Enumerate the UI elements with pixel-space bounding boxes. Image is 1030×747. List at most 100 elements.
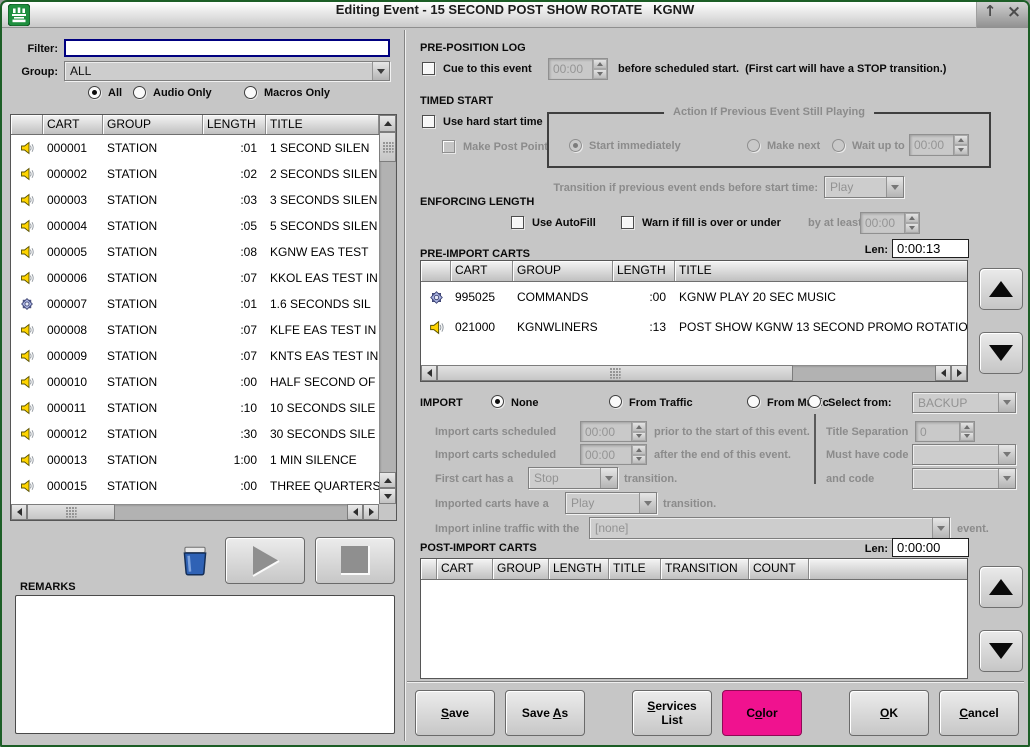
- titlebar[interactable]: Editing Event - 15 SECOND POST SHOW ROTA…: [2, 2, 1028, 28]
- use-hard-start-label: Use hard start time: [443, 116, 543, 129]
- make-next-label: Make next: [767, 140, 820, 153]
- shade-window-icon[interactable]: ↑: [979, 2, 1001, 28]
- pre-import-move-up-button[interactable]: [979, 268, 1023, 310]
- cart-row[interactable]: 000006 STATION :07 KKOL EAS TEST IN: [11, 265, 379, 291]
- post-import-move-down-button[interactable]: [979, 630, 1023, 672]
- cart-list-vscrollbar[interactable]: [379, 115, 396, 504]
- pre-import-move-down-button[interactable]: [979, 332, 1023, 374]
- transition-if-ends-select[interactable]: Play: [824, 176, 904, 198]
- cart-row[interactable]: 000011 STATION :10 10 SECONDS SILE: [11, 395, 379, 421]
- scroll-down-icon[interactable]: [379, 488, 396, 504]
- cart-list-header[interactable]: CART GROUP LENGTH TITLE: [11, 115, 379, 135]
- import-none-radio[interactable]: [491, 395, 504, 408]
- scroll-right-icon[interactable]: [951, 365, 967, 381]
- stop-button[interactable]: [315, 537, 395, 584]
- cart-row[interactable]: 000004 STATION :05 5 SECONDS SILEN: [11, 213, 379, 239]
- hscroll-thumb[interactable]: [437, 365, 793, 381]
- services-list-button[interactable]: Services List: [632, 690, 712, 736]
- warn-fill-label: Warn if fill is over or under: [642, 217, 781, 230]
- cart-row[interactable]: 000009 STATION :07 KNTS EAS TEST IN: [11, 343, 379, 369]
- scroll-left-icon[interactable]: [421, 365, 437, 381]
- import-from-traffic-radio[interactable]: [609, 395, 622, 408]
- action-if-playing-groupbox: Action If Previous Event Still Playing S…: [547, 112, 991, 168]
- make-post-point-checkbox[interactable]: [442, 140, 455, 153]
- enforcing-length-section-label: ENFORCING LENGTH: [420, 196, 534, 209]
- use-autofill-checkbox[interactable]: [511, 216, 524, 229]
- cart-row[interactable]: 000008 STATION :07 KLFE EAS TEST IN: [11, 317, 379, 343]
- wait-up-to-radio[interactable]: [832, 139, 845, 152]
- must-have-code-select[interactable]: [912, 444, 1016, 465]
- make-next-radio[interactable]: [747, 139, 760, 152]
- group-select[interactable]: ALL: [64, 61, 390, 81]
- trash-icon[interactable]: [178, 543, 212, 579]
- start-immediately-radio[interactable]: [569, 139, 582, 152]
- up-arrow-icon: [989, 579, 1013, 595]
- save-as-button[interactable]: Save As: [505, 690, 585, 736]
- title-separation-label: Title Separation: [826, 426, 908, 439]
- post-import-move-up-button[interactable]: [979, 566, 1023, 608]
- sched-after-spinbox[interactable]: 00:00: [580, 444, 647, 465]
- save-button[interactable]: Save: [415, 690, 495, 736]
- pre-import-hscrollbar[interactable]: [421, 365, 967, 381]
- cart-row[interactable]: 000013 STATION 1:00 1 MIN SILENCE: [11, 447, 379, 473]
- scroll-left-icon[interactable]: [935, 365, 951, 381]
- imported-carts-transition-select[interactable]: Play: [565, 492, 657, 514]
- import-select-from-radio[interactable]: [808, 395, 821, 408]
- import-from-music-radio[interactable]: [747, 395, 760, 408]
- ok-button[interactable]: OK: [849, 690, 929, 736]
- cart-list-hscrollbar[interactable]: [11, 504, 379, 520]
- wait-up-to-spinbox[interactable]: 00:00: [909, 134, 969, 156]
- hscroll-thumb[interactable]: [27, 504, 115, 520]
- pre-import-header[interactable]: CART GROUP LENGTH TITLE: [421, 261, 967, 282]
- play-button[interactable]: [225, 537, 305, 584]
- cart-row[interactable]: 000012 STATION :30 30 SECONDS SILE: [11, 421, 379, 447]
- filter-input[interactable]: [64, 39, 390, 57]
- speaker-icon: [20, 401, 34, 415]
- pre-import-row[interactable]: 995025 COMMANDS :00 KGNW PLAY 20 SEC MUS…: [421, 282, 967, 312]
- scrollbar-corner: [379, 504, 396, 520]
- scroll-left-icon[interactable]: [11, 504, 27, 520]
- scroll-up-icon[interactable]: [379, 472, 396, 488]
- first-cart-transition-select[interactable]: Stop: [528, 467, 618, 489]
- cart-row[interactable]: 000003 STATION :03 3 SECONDS SILEN: [11, 187, 379, 213]
- warn-fill-checkbox[interactable]: [621, 216, 634, 229]
- pre-import-row[interactable]: 021000 KGNWLINERS :13 POST SHOW KGNW 13 …: [421, 312, 967, 342]
- speaker-icon: [20, 453, 34, 467]
- speaker-icon: [20, 427, 34, 441]
- editing-event-dialog: Editing Event - 15 SECOND POST SHOW ROTA…: [0, 0, 1030, 747]
- and-code-select[interactable]: [912, 468, 1016, 489]
- cart-row[interactable]: 000007 STATION :01 1.6 SECONDS SIL: [11, 291, 379, 317]
- scope-radio-macros-only[interactable]: [244, 86, 257, 99]
- cart-row[interactable]: 000015 STATION :00 THREE QUARTERS: [11, 473, 379, 499]
- scroll-up-icon[interactable]: [379, 115, 396, 132]
- by-at-least-spinbox[interactable]: 00:00: [860, 212, 920, 234]
- cue-offset-spinbox[interactable]: 00:00: [548, 58, 608, 80]
- post-import-header[interactable]: CART GROUP LENGTH TITLE TRANSITION COUNT: [421, 559, 967, 580]
- close-window-icon[interactable]: ×: [1003, 2, 1025, 28]
- import-section-label: IMPORT: [420, 397, 463, 410]
- scroll-left-icon[interactable]: [347, 504, 363, 520]
- cart-row[interactable]: 000001 STATION :01 1 SECOND SILEN: [11, 135, 379, 161]
- start-immediately-label: Start immediately: [589, 140, 681, 153]
- cart-row[interactable]: 000002 STATION :02 2 SECONDS SILEN: [11, 161, 379, 187]
- scope-radio-all[interactable]: [88, 86, 101, 99]
- select-from-select[interactable]: BACKUP: [912, 392, 1016, 413]
- sched-prior-spinbox[interactable]: 00:00: [580, 421, 647, 442]
- cue-to-event-checkbox[interactable]: [422, 62, 435, 75]
- scroll-right-icon[interactable]: [363, 504, 379, 520]
- cancel-button[interactable]: Cancel: [939, 690, 1019, 736]
- scope-radio-audio-only[interactable]: [133, 86, 146, 99]
- cart-row[interactable]: 000010 STATION :00 HALF SECOND OF: [11, 369, 379, 395]
- speaker-icon: [20, 193, 34, 207]
- inline-traffic-select[interactable]: [none]: [589, 517, 950, 539]
- vscroll-thumb[interactable]: [379, 132, 396, 162]
- chevron-down-icon: [600, 468, 617, 488]
- first-cart-label: First cart has a: [435, 473, 513, 486]
- remarks-textarea[interactable]: [15, 595, 395, 734]
- post-import-rows[interactable]: [421, 580, 967, 678]
- color-button[interactable]: Color: [722, 690, 802, 736]
- use-hard-start-checkbox[interactable]: [422, 115, 435, 128]
- group-label: Group:: [16, 66, 58, 79]
- title-separation-spinbox[interactable]: 0: [915, 421, 975, 442]
- cart-row[interactable]: 000005 STATION :08 KGNW EAS TEST: [11, 239, 379, 265]
